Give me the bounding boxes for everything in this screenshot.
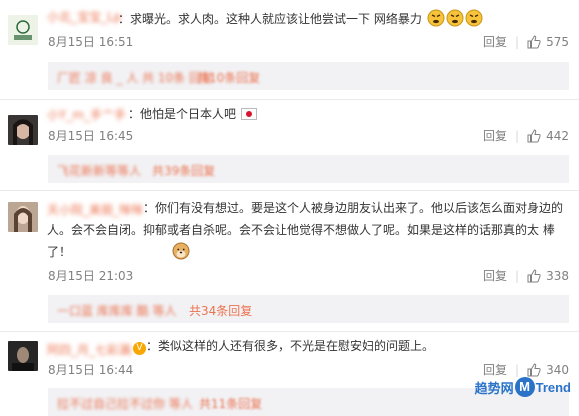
username[interactable]: 阿四_月_七彩漏 — [47, 341, 131, 358]
comment-body: ：求曝光。求人肉。这种人就应该让他尝试一下 网络暴力 — [118, 12, 422, 26]
username-text[interactable]: 阿四_月_七彩漏 — [47, 343, 131, 357]
avatar[interactable] — [8, 202, 38, 232]
avatar[interactable] — [8, 15, 38, 45]
watermark-left-text: 趋势网 — [474, 380, 514, 396]
reply-count[interactable]: 共39条回复 — [152, 162, 215, 179]
comment-date: 8月15日 21:03 — [48, 269, 134, 283]
comment-text: ：类似这样的人还有很多，不光是在慰安妇的问题上。 — [146, 335, 566, 357]
comment-date: 8月15日 16:45 — [48, 129, 134, 143]
reply-preview-text[interactable]: 飞花新新等等人 — [57, 162, 141, 179]
comment-actions: 回复 | 442 — [483, 127, 569, 144]
comment-actions: 回复 | 338 — [483, 267, 569, 284]
reply-preview-box[interactable]: 一口蓝 库库库 酷 等人 共34条回复 — [48, 295, 569, 323]
angry-face-icon — [446, 9, 464, 27]
reply-count[interactable]: 共34条回复 — [189, 302, 252, 319]
reply-count[interactable]: 共11条回复 — [199, 395, 262, 412]
site-watermark: 趋势网 M Trend — [475, 377, 571, 397]
reply-preview-text[interactable]: 一口蓝 库库库 酷 等人 — [57, 302, 176, 319]
angry-face-icon — [427, 9, 445, 27]
japan-flag-icon — [240, 105, 257, 120]
like-count: 340 — [546, 362, 569, 377]
watermark-logo: M — [514, 377, 535, 397]
separator: | — [515, 34, 520, 49]
reply-preview-text[interactable]: 拉不过自己拉不过你 等人 — [57, 395, 193, 412]
reply-button[interactable]: 回复 — [483, 361, 507, 378]
avatar[interactable] — [8, 115, 38, 145]
reply-preview-box[interactable]: 厂匠 凉 良 _ 人 共 10条 回复 共10条回复 — [48, 62, 569, 90]
comment-actions: 回复 | 340 — [483, 361, 569, 378]
comment-text: ：他怕是个日本人吧 — [128, 103, 428, 125]
avatar[interactable] — [8, 341, 38, 371]
comment-body: ：你们有没有想过。要是这个人被身边朋友认出来了。他以后该怎么面对身边的人。会不会… — [47, 201, 564, 259]
verified-badge-icon: V — [133, 342, 146, 355]
reply-count[interactable]: 共10条回复 — [197, 69, 260, 86]
comment-actions: 回复 | 575 — [483, 33, 569, 50]
reply-button[interactable]: 回复 — [483, 127, 507, 144]
separator: | — [515, 268, 520, 283]
comment-date: 8月15日 16:51 — [48, 35, 134, 49]
divider — [0, 99, 579, 100]
divider — [0, 190, 579, 191]
comment-body: ：类似这样的人还有很多，不光是在慰安妇的问题上。 — [146, 339, 435, 353]
like-count: 575 — [546, 34, 569, 49]
comment-body: ：他怕是个日本人吧 — [128, 107, 237, 121]
separator: | — [515, 128, 520, 143]
thumbs-up-icon[interactable] — [527, 128, 541, 143]
thumbs-up-icon[interactable] — [527, 362, 541, 377]
comment-text: ：你们有没有想过。要是这个人被身边朋友认出来了。他以后该怎么面对身边的人。会不会… — [47, 197, 567, 263]
reply-preview-text[interactable]: 厂匠 凉 良 _ 人 共 10条 回复 — [57, 69, 213, 86]
comment-text: ：求曝光。求人肉。这种人就应该让他尝试一下 网络暴力 — [118, 8, 518, 30]
thumbs-up-icon[interactable] — [527, 34, 541, 49]
separator: | — [515, 362, 520, 377]
reply-button[interactable]: 回复 — [483, 33, 507, 50]
angry-face-icon — [465, 9, 483, 27]
thumbs-up-icon[interactable] — [527, 268, 541, 283]
like-count: 338 — [546, 268, 569, 283]
watermark-right-text: Trend — [535, 379, 571, 395]
divider — [0, 331, 579, 332]
reply-button[interactable]: 回复 — [483, 267, 507, 284]
reply-preview-box[interactable]: 飞花新新等等人 共39条回复 — [48, 155, 569, 183]
comment-date: 8月15日 16:44 — [48, 363, 134, 377]
username[interactable]: 小Y_m_手亠手 — [47, 106, 126, 123]
username[interactable]: 小北_宝宝_Lp — [47, 8, 121, 25]
doge-icon — [76, 242, 190, 260]
like-count: 442 — [546, 128, 569, 143]
